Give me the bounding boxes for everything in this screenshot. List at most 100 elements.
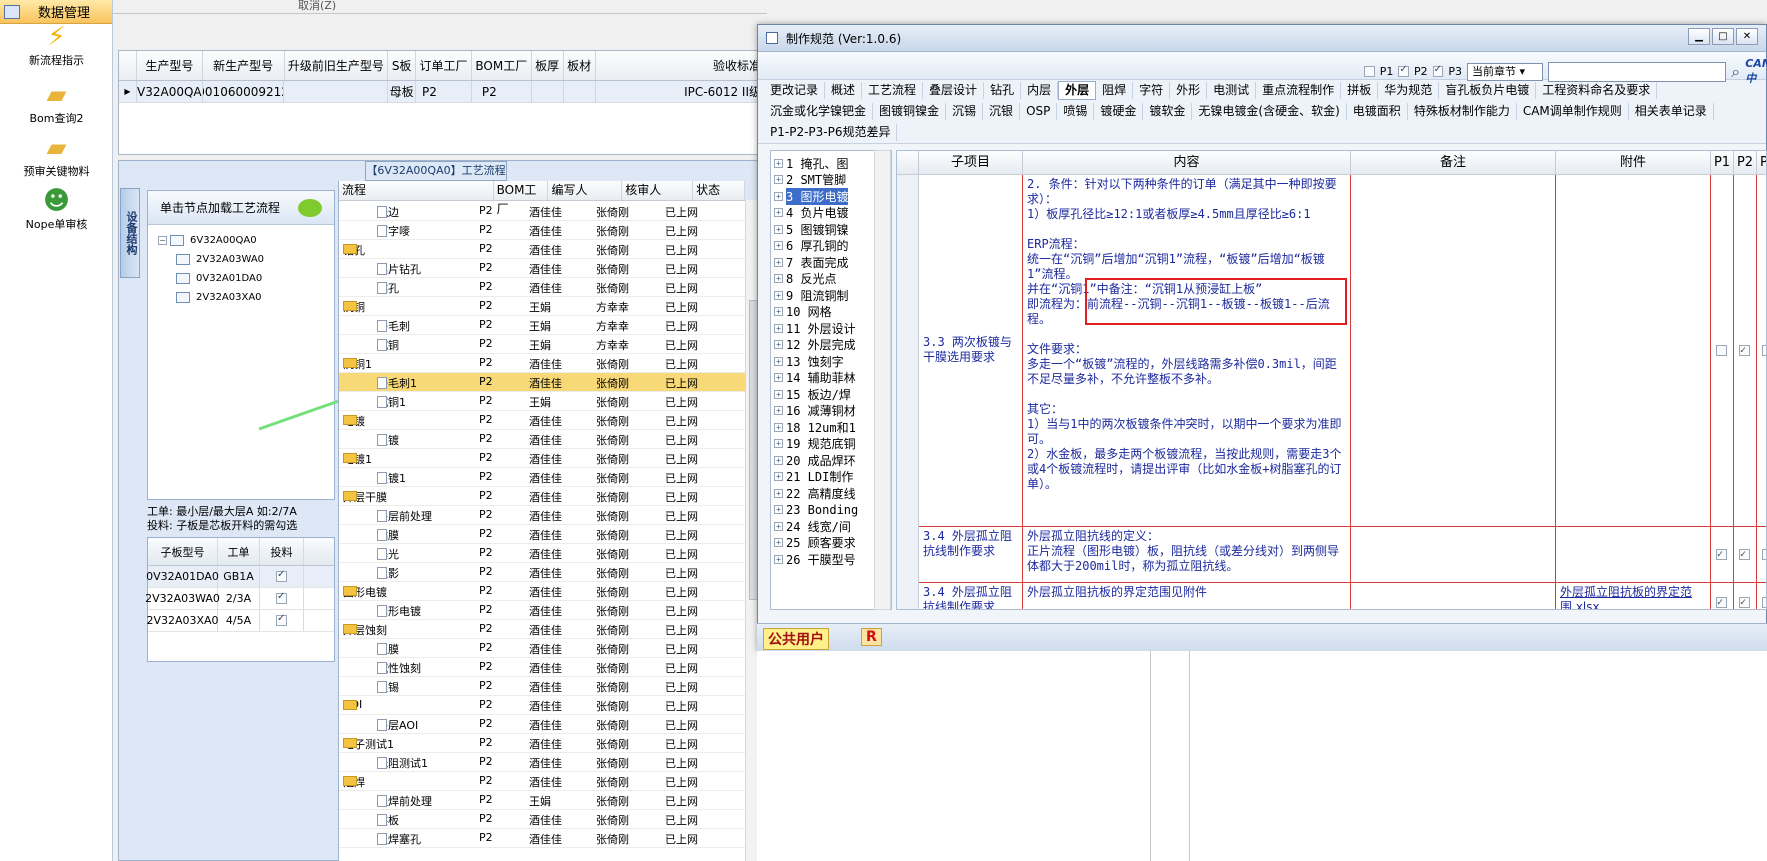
expand-icon[interactable]: + xyxy=(774,274,783,283)
nav-tab[interactable]: 沉银 xyxy=(983,103,1021,120)
p3-checkbox[interactable] xyxy=(1432,64,1444,77)
tree-row[interactable]: 退膜 P2 酒佳佳 张倚刚 已上网 xyxy=(339,639,746,658)
col-header[interactable]: BOM工厂 xyxy=(472,51,532,80)
expand-icon[interactable]: + xyxy=(774,175,783,184)
col-header[interactable]: 内容 xyxy=(1023,151,1351,175)
nav-tab[interactable]: 外层 xyxy=(1058,81,1097,100)
expand-icon[interactable]: + xyxy=(774,538,783,547)
nav-item-nope-review[interactable]: ☻ Nope单审核 xyxy=(0,186,113,232)
tree-row[interactable]: 图形电镀 P2 酒佳佳 张倚刚 已上网 xyxy=(339,601,746,620)
nav-tab[interactable]: 概述 xyxy=(825,82,863,99)
expand-icon[interactable]: + xyxy=(774,488,783,498)
tree-row[interactable]: −电子测试1 P2 酒佳佳 张倚刚 已上网 xyxy=(339,734,746,753)
tree-row[interactable]: 贴膜 P2 酒佳佳 张倚刚 已上网 xyxy=(339,525,746,544)
table-row[interactable]: ▶ 6V32A00QA0 10010600092125 母板 P2 P2 IPC… xyxy=(119,81,767,103)
chapter-item[interactable]: +22 高精度线 xyxy=(774,484,874,502)
scrollbar[interactable] xyxy=(874,150,891,610)
col-header[interactable]: 板材 xyxy=(564,51,596,80)
nav-item-new-flow[interactable]: ⚡ 新流程指示 xyxy=(0,22,113,68)
tree-row[interactable]: −电镀1 P2 酒佳佳 张倚刚 已上网 xyxy=(339,449,746,468)
tree-row[interactable]: 铣边 P2 酒佳佳 张倚刚 已上网 xyxy=(339,202,746,221)
tree-row[interactable]: −AOI P2 酒佳佳 张倚刚 已上网 xyxy=(339,696,746,715)
col-header[interactable]: 验收标准 xyxy=(596,51,767,80)
nav-tab[interactable]: 内层 xyxy=(1021,82,1059,99)
chapter-item[interactable]: +25 顾客要求 xyxy=(774,534,874,552)
expand-icon[interactable]: + xyxy=(774,439,783,448)
tree-row[interactable]: 低阻测试1 P2 酒佳佳 张倚刚 已上网 xyxy=(339,753,746,772)
nav-tab[interactable]: 钻孔 xyxy=(984,82,1022,99)
chapter-item[interactable]: +15 板边/焊 xyxy=(774,385,874,403)
expand-icon[interactable]: + xyxy=(774,290,783,300)
nav-tab[interactable]: 重点流程制作 xyxy=(1256,82,1342,99)
nav-tab[interactable]: OSP xyxy=(1020,103,1058,120)
scope-select[interactable]: 当前章节 ▾ xyxy=(1466,62,1543,81)
expand-icon[interactable]: + xyxy=(774,554,783,564)
expand-icon[interactable]: + xyxy=(774,323,783,333)
tree-row[interactable]: −阻焊 P2 酒佳佳 张倚刚 已上网 xyxy=(339,772,746,791)
nav-tab[interactable]: 叠层设计 xyxy=(923,82,985,99)
chapter-item[interactable]: +5 图镀铜镍 xyxy=(774,220,874,238)
tree-row[interactable]: −电镀 P2 酒佳佳 张倚刚 已上网 xyxy=(339,411,746,430)
tree-row[interactable]: 板镀1 P2 酒佳佳 张倚刚 已上网 xyxy=(339,468,746,487)
p3-checkbox[interactable] xyxy=(1762,549,1766,560)
chapter-item[interactable]: +4 负片电镀 xyxy=(774,204,874,222)
expand-icon[interactable]: + xyxy=(774,521,783,531)
tree-row[interactable]: 阻焊塞孔 P2 酒佳佳 张倚刚 已上网 xyxy=(339,829,746,848)
nav-tab[interactable]: 字符 xyxy=(1133,82,1171,99)
chapter-item[interactable]: +24 线宽/间 xyxy=(774,517,874,535)
col-header[interactable]: 生产型号 xyxy=(137,51,203,80)
col-header[interactable]: P2 xyxy=(1734,151,1757,175)
chapter-item[interactable]: +10 网格 xyxy=(774,303,874,321)
feed-checkbox[interactable] xyxy=(276,591,287,604)
search-icon[interactable]: ⌕ xyxy=(1731,62,1740,82)
tree-row[interactable]: 阻焊前处理 P2 王娟 张倚刚 已上网 xyxy=(339,791,746,810)
tree-row[interactable]: 外层AOI P2 酒佳佳 张倚刚 已上网 xyxy=(339,715,746,734)
p3-checkbox[interactable] xyxy=(1762,345,1766,356)
search-input[interactable] xyxy=(1547,61,1727,82)
chapter-item[interactable]: +16 减薄铜材 xyxy=(774,402,874,420)
chapter-item[interactable]: +3 图形电镀 xyxy=(774,187,874,205)
tree-row[interactable]: 去毛刺1 P2 酒佳佳 张倚刚 已上网 xyxy=(339,373,746,392)
col-header[interactable]: 备注 xyxy=(1351,151,1556,175)
nav-tab[interactable]: 沉金或化学镍钯金 xyxy=(764,103,874,120)
nav-tab[interactable]: 无镍电镀金(含硬金、软金) xyxy=(1192,103,1347,120)
chapter-item[interactable]: +13 蚀刻字 xyxy=(774,352,874,370)
window-titlebar[interactable]: 制作规范 (Ver:1.0.6) ▁ □ ✕ xyxy=(758,25,1766,52)
expand-icon[interactable]: + xyxy=(774,340,783,349)
nav-tab[interactable]: 相关表单记录 xyxy=(1629,103,1714,120)
p2-checkbox[interactable] xyxy=(1739,343,1750,358)
nav-tab[interactable]: 沉锡 xyxy=(946,103,984,120)
nav-tab[interactable]: P1-P2-P3-P6规范差异 xyxy=(764,124,898,141)
tree-child[interactable]: 2V32A03XA0 xyxy=(176,292,262,303)
expand-icon[interactable]: + xyxy=(774,307,783,316)
tree-row[interactable]: −沉铜1 P2 酒佳佳 张倚刚 已上网 xyxy=(339,354,746,373)
tree-row[interactable]: 板镀 P2 酒佳佳 张倚刚 已上网 xyxy=(339,430,746,449)
table-row[interactable]: 2V32A03XA0 4/5A xyxy=(146,610,334,632)
side-tab[interactable]: 设备结构 xyxy=(120,188,140,278)
p2-checkbox[interactable] xyxy=(1739,547,1750,562)
p1-checkbox[interactable] xyxy=(1716,345,1727,356)
col-header[interactable]: 升级前旧生产型号 xyxy=(285,51,389,80)
chapter-item[interactable]: +12 外层完成 xyxy=(774,336,874,354)
tree-row[interactable]: 铝片钻孔 P2 酒佳佳 张倚刚 已上网 xyxy=(339,259,746,278)
p2-checkbox[interactable] xyxy=(1739,595,1750,609)
col-header[interactable]: 板厚 xyxy=(532,51,564,80)
chapter-item[interactable]: +1 掩孔、图 xyxy=(774,154,874,172)
nav-tab[interactable]: 外形 xyxy=(1170,82,1208,99)
tree-row[interactable]: −图形电镀 P2 酒佳佳 张倚刚 已上网 xyxy=(339,582,746,601)
chapter-item[interactable]: +18 12um和1 xyxy=(774,418,874,436)
table-row[interactable]: 0V32A01DA0 GB1A xyxy=(146,566,334,588)
nav-tab[interactable]: 阻焊 xyxy=(1096,82,1134,99)
nav-header[interactable]: 数据管理 xyxy=(0,0,112,24)
col-header[interactable]: P3 xyxy=(1757,151,1766,175)
nav-tab[interactable]: CAM调单制作规则 xyxy=(1517,103,1629,120)
chapter-item[interactable]: +23 Bonding xyxy=(774,501,874,519)
tree-child[interactable]: 2V32A03WA0 xyxy=(176,254,264,265)
tree-child[interactable]: 0V32A01DA0 xyxy=(176,273,262,284)
nav-tab[interactable]: 镀硬金 xyxy=(1094,103,1144,120)
expand-icon[interactable]: + xyxy=(774,356,783,366)
tree-row[interactable]: 曝光 P2 酒佳佳 张倚刚 已上网 xyxy=(339,544,746,563)
nav-tab[interactable]: 电测试 xyxy=(1207,82,1257,99)
feed-checkbox[interactable] xyxy=(276,613,287,626)
tree-root[interactable]: − 6V32A00QA0 xyxy=(158,235,257,246)
